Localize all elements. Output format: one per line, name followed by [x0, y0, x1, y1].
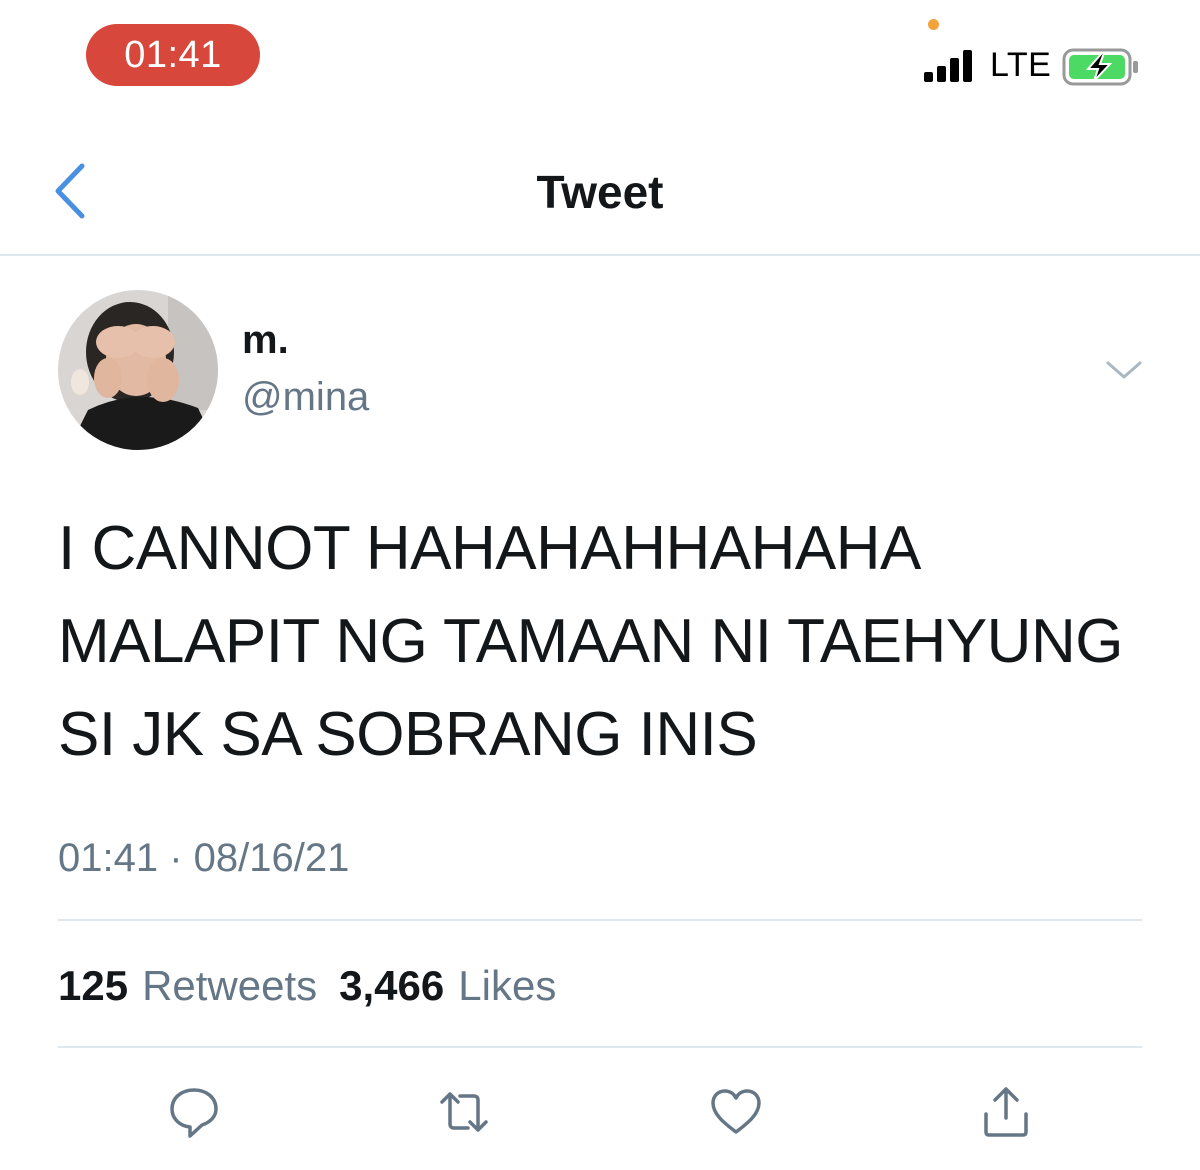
likes-stat[interactable]: 3,466 Likes: [339, 962, 556, 1010]
likes-label: Likes: [458, 962, 557, 1009]
tweet-text: I CANNOT HAHAHAHHAHAHA MALAPIT NG TAMAAN…: [58, 502, 1158, 781]
page-title: Tweet: [536, 166, 664, 218]
battery-charging-icon: [1062, 48, 1138, 86]
retweets-label: Retweets: [142, 962, 318, 1009]
tweet-stats: 125 Retweets 3,466 Likes: [58, 962, 556, 1010]
author-display-name[interactable]: m.: [242, 318, 289, 363]
share-icon: [984, 1087, 1028, 1137]
avatar[interactable]: [58, 290, 218, 450]
tweet-text-line: SI JK SA SOBRANG INIS: [58, 700, 758, 769]
tweet-text-line: MALAPIT NG TAMAAN NI TAEHYUNG: [58, 607, 1123, 676]
retweet-button[interactable]: [434, 1082, 494, 1142]
like-button[interactable]: [706, 1082, 766, 1142]
retweets-count: 125: [58, 962, 129, 1009]
share-button[interactable]: [976, 1082, 1036, 1142]
network-type-label: LTE: [990, 46, 1052, 84]
header-divider: [0, 254, 1200, 256]
divider: [58, 1046, 1142, 1048]
reply-button[interactable]: [164, 1082, 224, 1142]
tweet-timestamp: 01:41 · 08/16/21: [58, 836, 350, 880]
avatar-image: [58, 290, 218, 450]
divider: [58, 919, 1142, 921]
chevron-down-icon[interactable]: [1104, 355, 1144, 385]
privacy-indicator-dot: [928, 19, 939, 30]
status-time: 01:41: [86, 24, 260, 86]
heart-icon: [711, 1089, 761, 1134]
author-username[interactable]: @mina: [242, 375, 369, 420]
retweet-icon: [440, 1092, 488, 1132]
cellular-signal-icon: [924, 50, 972, 82]
retweets-stat[interactable]: 125 Retweets: [58, 962, 317, 1010]
tweet-text-line: I CANNOT HAHAHAHHAHAHA: [58, 514, 921, 583]
reply-icon: [170, 1088, 218, 1138]
likes-count: 3,466: [339, 962, 445, 1009]
